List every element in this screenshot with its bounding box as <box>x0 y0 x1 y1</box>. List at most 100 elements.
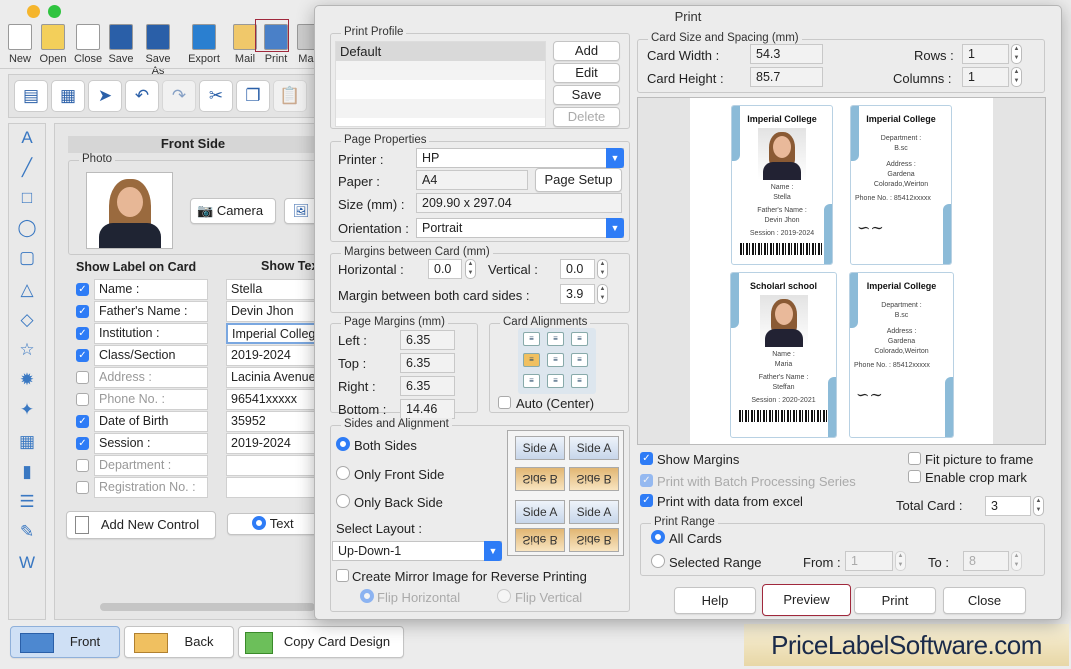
align-bottom-left-button[interactable]: ≡ <box>523 374 540 388</box>
edit-profile-button[interactable]: Edit <box>553 63 620 83</box>
field-checkbox[interactable]: ✓ <box>76 327 89 340</box>
crop-mark-checkbox[interactable] <box>908 470 921 483</box>
rectangle-tool-icon[interactable]: □ <box>14 188 40 212</box>
preview-button[interactable]: Preview <box>762 584 851 616</box>
field-value-input[interactable]: 96541xxxxx <box>226 389 318 410</box>
field-value-input[interactable]: Imperial College <box>226 323 318 344</box>
paste-button[interactable]: 📋 <box>273 80 307 112</box>
copy-button[interactable]: ❐ <box>236 80 270 112</box>
field-checkbox[interactable]: ✓ <box>76 305 89 318</box>
mirror-image-checkbox[interactable] <box>336 569 349 582</box>
field-value-input[interactable] <box>226 477 318 498</box>
horizontal-field[interactable]: 0.0 <box>428 259 462 279</box>
camera-button[interactable]: 📷 Camera <box>190 198 276 224</box>
align-top-left-button[interactable]: ≡ <box>523 332 540 346</box>
field-value-input[interactable] <box>226 455 318 476</box>
align-middle-center-button[interactable]: ≡ <box>547 353 564 367</box>
close-button[interactable]: Close <box>943 587 1026 614</box>
add-new-control-button[interactable]: Add New Control <box>66 511 216 539</box>
printer-dropdown[interactable]: HP ▼ <box>416 148 624 168</box>
vertical-field[interactable]: 0.0 <box>560 259 595 279</box>
undo-button[interactable]: ↶ <box>125 80 159 112</box>
field-value-input[interactable]: Devin Jhon <box>226 301 318 322</box>
layout-dropdown[interactable]: Up-Down-1 ▼ <box>332 541 502 561</box>
field-checkbox[interactable] <box>76 393 89 406</box>
horizontal-scrollbar[interactable] <box>100 603 315 611</box>
horizontal-stepper[interactable]: ▲ ▼ <box>465 259 476 279</box>
align-bottom-right-button[interactable]: ≡ <box>571 374 588 388</box>
align-top-center-button[interactable]: ≡ <box>547 332 564 346</box>
margin-right-field[interactable]: 6.35 <box>400 376 455 396</box>
batch-processing-checkbox[interactable]: ✓ <box>640 474 653 487</box>
margin-left-field[interactable]: 6.35 <box>400 330 455 350</box>
cut-button[interactable]: ✂ <box>199 80 233 112</box>
align-middle-left-button[interactable]: ≡ <box>523 353 540 367</box>
vertical-stepper[interactable]: ▲ ▼ <box>597 259 608 279</box>
page-setup-button[interactable]: Page Setup <box>535 168 622 192</box>
both-sides-radio[interactable] <box>336 437 350 451</box>
photo-thumbnail[interactable] <box>86 172 173 249</box>
rows-stepper[interactable]: ▲ ▼ <box>1011 44 1022 64</box>
picture-tool-icon[interactable]: ▦ <box>14 432 40 456</box>
card-width-field[interactable]: 54.3 <box>750 44 823 64</box>
diamond-tool-icon[interactable]: ◇ <box>14 310 40 334</box>
both-sides-margin-stepper[interactable]: ▲ ▼ <box>597 284 608 304</box>
margin-bottom-field[interactable]: 14.46 <box>400 399 455 419</box>
flip-vertical-radio[interactable] <box>497 589 511 603</box>
show-margins-checkbox[interactable]: ✓ <box>640 452 653 465</box>
only-back-side-radio[interactable] <box>336 494 350 508</box>
total-card-field[interactable]: 3 <box>985 496 1031 516</box>
front-tab-button[interactable]: Front <box>10 626 120 658</box>
text-tool-icon[interactable]: A <box>14 128 40 152</box>
fit-picture-checkbox[interactable] <box>908 452 921 465</box>
all-cards-radio[interactable] <box>651 530 665 544</box>
selected-range-radio[interactable] <box>651 554 665 568</box>
field-value-input[interactable]: Stella <box>226 279 318 300</box>
print-button[interactable]: Print <box>854 587 936 614</box>
barcode-tool-icon[interactable]: ☰ <box>14 492 40 516</box>
auto-center-checkbox[interactable] <box>498 396 511 409</box>
text-doc-button[interactable]: ▤ <box>14 80 48 112</box>
align-middle-right-button[interactable]: ≡ <box>571 353 588 367</box>
both-sides-margin-field[interactable]: 3.9 <box>560 284 595 304</box>
star-tool-icon[interactable]: ☆ <box>14 340 40 364</box>
excel-data-checkbox[interactable]: ✓ <box>640 494 653 507</box>
field-checkbox[interactable] <box>76 459 89 472</box>
align-bottom-center-button[interactable]: ≡ <box>547 374 564 388</box>
text-radio-option[interactable]: Text <box>227 513 319 535</box>
field-value-input[interactable]: 2019-2024 <box>226 345 318 366</box>
image-button[interactable]: ▦ <box>51 80 85 112</box>
star4-tool-icon[interactable]: ✦ <box>14 400 40 424</box>
only-front-side-radio[interactable] <box>336 466 350 480</box>
help-button[interactable]: Help <box>674 587 756 614</box>
burst-tool-icon[interactable]: ✹ <box>14 370 40 394</box>
to-field[interactable]: 8 <box>963 551 1009 571</box>
ellipse-tool-icon[interactable]: ◯ <box>14 218 40 242</box>
total-card-stepper[interactable]: ▲ ▼ <box>1033 496 1044 516</box>
copy-card-design-button[interactable]: Copy Card Design <box>238 626 404 658</box>
field-value-input[interactable]: 35952 <box>226 411 318 432</box>
size-field[interactable]: 209.90 x 297.04 <box>416 193 622 213</box>
window-zoom-button[interactable] <box>48 5 61 18</box>
columns-field[interactable]: 1 <box>962 67 1009 87</box>
orientation-dropdown[interactable]: Portrait ▼ <box>416 218 624 238</box>
field-checkbox[interactable]: ✓ <box>76 349 89 362</box>
field-checkbox[interactable]: ✓ <box>76 283 89 296</box>
add-profile-button[interactable]: Add <box>553 41 620 61</box>
toolbar-save-as-button[interactable]: Save As <box>138 24 178 77</box>
redo-button[interactable]: ↷ <box>162 80 196 112</box>
profile-list-item[interactable]: Default <box>336 42 545 61</box>
field-value-input[interactable]: 2019-2024 <box>226 433 318 454</box>
field-checkbox[interactable]: ✓ <box>76 437 89 450</box>
toolbar-save-button[interactable]: Save <box>101 24 141 65</box>
card-height-field[interactable]: 85.7 <box>750 67 823 87</box>
field-checkbox[interactable]: ✓ <box>76 415 89 428</box>
to-stepper[interactable]: ▲ ▼ <box>1011 551 1022 571</box>
delete-profile-button[interactable]: Delete <box>553 107 620 127</box>
from-stepper[interactable]: ▲ ▼ <box>895 551 906 571</box>
flip-horizontal-radio[interactable] <box>360 589 374 603</box>
browse-photo-button[interactable]: 🖼 <box>284 198 318 224</box>
from-field[interactable]: 1 <box>845 551 893 571</box>
import-image-button[interactable]: ➤ <box>88 80 122 112</box>
align-top-right-button[interactable]: ≡ <box>571 332 588 346</box>
